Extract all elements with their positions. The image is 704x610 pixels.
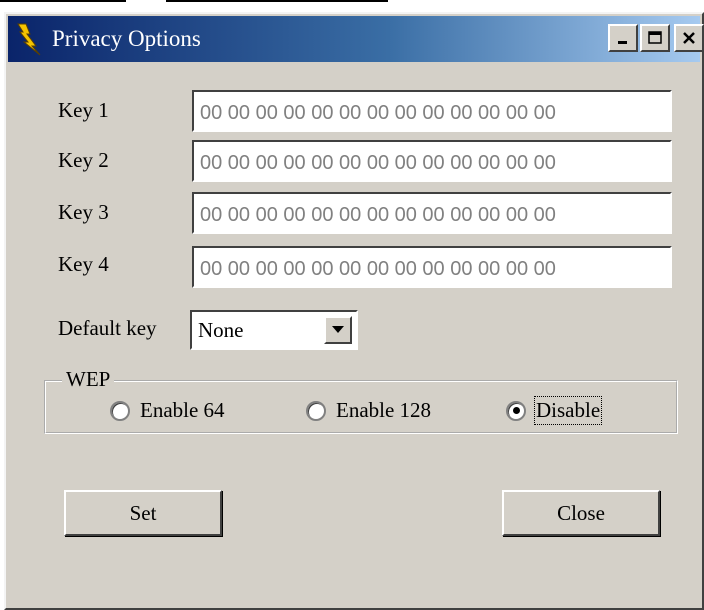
top-edge-mark-left (0, 0, 126, 2)
key-4-label: Key 4 (58, 252, 109, 276)
maximize-button[interactable] (640, 24, 670, 52)
dropdown-button[interactable] (324, 316, 352, 344)
key-2-field[interactable] (192, 140, 672, 182)
radio-circle-icon (110, 400, 130, 421)
close-icon (683, 32, 695, 44)
close-button[interactable]: Close (502, 490, 660, 536)
privacy-options-dialog: Privacy Options Key 1 Key 2 Key 3 Key 4 … (4, 12, 704, 610)
default-key-label: Default key (58, 316, 157, 340)
key-1-field[interactable] (192, 90, 672, 132)
radio-selected-icon (506, 400, 526, 421)
title-bar[interactable]: Privacy Options (8, 16, 704, 62)
key-2-label: Key 2 (58, 148, 109, 172)
key-3-field[interactable] (192, 192, 672, 234)
minimize-icon (618, 41, 627, 44)
radio-disable-label: Disable (533, 396, 603, 425)
wep-legend: WEP (62, 367, 115, 392)
radio-enable-64[interactable]: Enable 64 (110, 398, 225, 423)
radio-dot-icon (512, 407, 520, 414)
key-4-field[interactable] (192, 246, 672, 288)
default-key-select[interactable]: None (190, 310, 358, 350)
maximize-icon (648, 31, 662, 44)
radio-enable-128[interactable]: Enable 128 (306, 398, 431, 423)
set-button[interactable]: Set (64, 490, 222, 536)
key-3-label: Key 3 (58, 200, 109, 224)
radio-enable-128-label: Enable 128 (336, 398, 432, 422)
close-window-button[interactable] (674, 24, 704, 52)
radio-enable-64-label: Enable 64 (140, 398, 225, 422)
radio-disable[interactable]: Disable (506, 396, 603, 425)
chevron-down-icon (332, 326, 344, 333)
top-edge-mark-right (166, 0, 388, 2)
radio-circle-icon (306, 400, 326, 421)
default-key-selected: None (198, 318, 244, 342)
window-title: Privacy Options (52, 26, 201, 51)
minimize-button[interactable] (608, 24, 638, 52)
key-1-label: Key 1 (58, 98, 109, 122)
lightning-bolt-icon (17, 23, 41, 56)
